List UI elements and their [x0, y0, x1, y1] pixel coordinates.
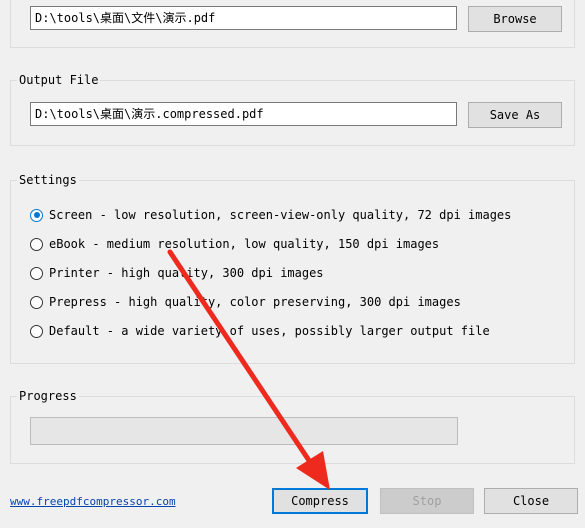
settings-option-0[interactable]: Screen - low resolution, screen-view-onl…	[30, 205, 511, 225]
settings-option-label: Default - a wide variety of uses, possib…	[49, 324, 490, 338]
settings-option-1[interactable]: eBook - medium resolution, low quality, …	[30, 234, 439, 254]
stop-button[interactable]: Stop	[380, 488, 474, 514]
browse-button[interactable]: Browse	[468, 6, 562, 32]
input-file-path-field[interactable]: D:\tools\桌面\文件\演示.pdf	[30, 6, 457, 30]
radio-button[interactable]	[30, 237, 43, 251]
output-file-title: Output File	[17, 73, 101, 87]
progress-title: Progress	[17, 389, 79, 403]
settings-option-label: Screen - low resolution, screen-view-onl…	[49, 208, 512, 222]
settings-title: Settings	[17, 173, 79, 187]
settings-option-2[interactable]: Printer - high quality, 300 dpi images	[30, 263, 324, 283]
compress-button[interactable]: Compress	[272, 488, 368, 514]
close-button[interactable]: Close	[484, 488, 578, 514]
progress-bar	[30, 417, 458, 445]
save-as-button[interactable]: Save As	[468, 102, 562, 128]
radio-button[interactable]	[30, 208, 43, 222]
settings-option-label: Prepress - high quality, color preservin…	[49, 295, 461, 309]
settings-option-label: Printer - high quality, 300 dpi images	[49, 266, 324, 280]
settings-option-3[interactable]: Prepress - high quality, color preservin…	[30, 292, 461, 312]
settings-option-label: eBook - medium resolution, low quality, …	[49, 237, 440, 251]
output-file-path-field[interactable]: D:\tools\桌面\演示.compressed.pdf	[30, 102, 457, 126]
radio-button[interactable]	[30, 324, 43, 338]
settings-option-4[interactable]: Default - a wide variety of uses, possib…	[30, 321, 490, 341]
website-link[interactable]: www.freepdfcompressor.com	[10, 495, 176, 508]
radio-button[interactable]	[30, 295, 43, 309]
radio-button[interactable]	[30, 266, 43, 280]
